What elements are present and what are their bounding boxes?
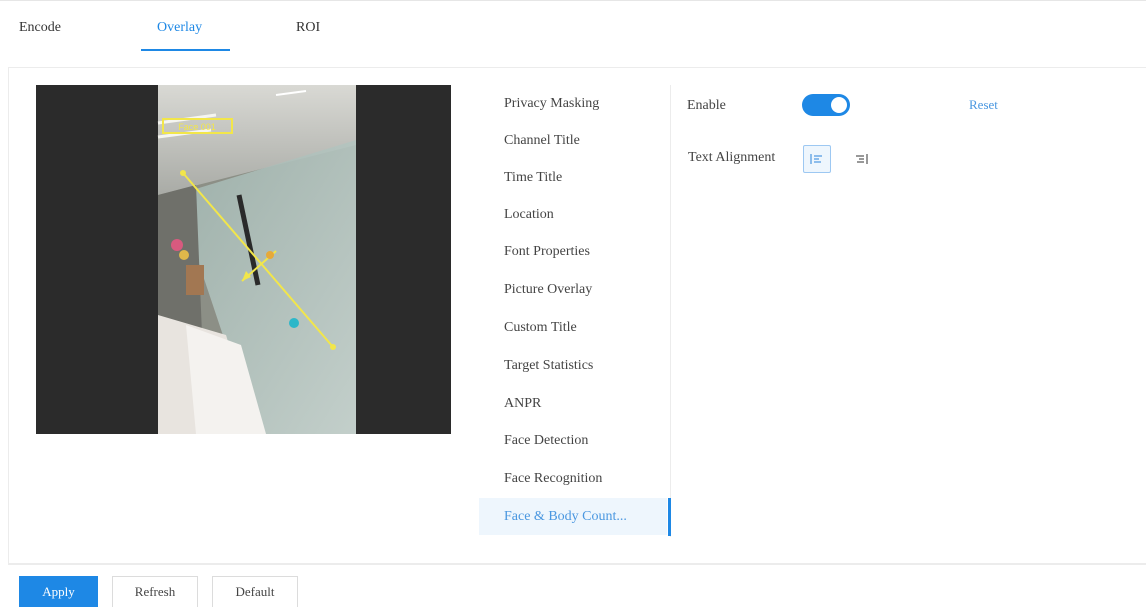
active-menu-indicator (668, 498, 671, 536)
menu-item-time-title[interactable]: Time Title (479, 159, 667, 196)
tab-encode[interactable]: Encode (19, 20, 61, 36)
video-frame-graphic: Face 001 (157, 85, 356, 434)
enable-toggle[interactable] (802, 94, 850, 116)
menu-item-face-body-count[interactable]: Face & Body Count... (479, 498, 667, 535)
video-preview[interactable]: Face 001 (36, 85, 451, 434)
toggle-knob (831, 97, 847, 113)
menu-item-custom-title[interactable]: Custom Title (479, 309, 667, 346)
align-left-button[interactable] (803, 145, 831, 173)
menu-item-location[interactable]: Location (479, 196, 667, 233)
menu-item-privacy-masking[interactable]: Privacy Masking (479, 85, 667, 122)
reset-link[interactable]: Reset (969, 97, 998, 113)
video-overlay-tag: Face 001 (178, 122, 216, 132)
apply-button[interactable]: Apply (19, 576, 98, 607)
menu-item-target-statistics[interactable]: Target Statistics (479, 347, 667, 384)
footer-divider (8, 564, 1146, 565)
tab-overlay[interactable]: Overlay (157, 20, 202, 36)
default-button[interactable]: Default (212, 576, 298, 607)
align-right-icon (856, 154, 868, 164)
tab-bar: Encode Overlay ROI (0, 0, 1146, 51)
menu-item-font-properties[interactable]: Font Properties (479, 233, 667, 270)
menu-item-face-detection[interactable]: Face Detection (479, 422, 667, 459)
menu-item-channel-title[interactable]: Channel Title (479, 122, 667, 159)
text-alignment-label: Text Alignment (688, 150, 776, 165)
refresh-button[interactable]: Refresh (112, 576, 198, 607)
align-left-icon (810, 154, 822, 164)
menu-item-picture-overlay[interactable]: Picture Overlay (479, 271, 667, 308)
menu-item-face-recognition[interactable]: Face Recognition (479, 460, 667, 497)
enable-label: Enable (687, 98, 726, 113)
menu-item-anpr[interactable]: ANPR (479, 385, 667, 422)
tab-roi[interactable]: ROI (296, 20, 320, 36)
menu-divider (670, 85, 671, 537)
align-right-button[interactable] (847, 145, 875, 173)
active-tab-indicator (141, 49, 230, 51)
